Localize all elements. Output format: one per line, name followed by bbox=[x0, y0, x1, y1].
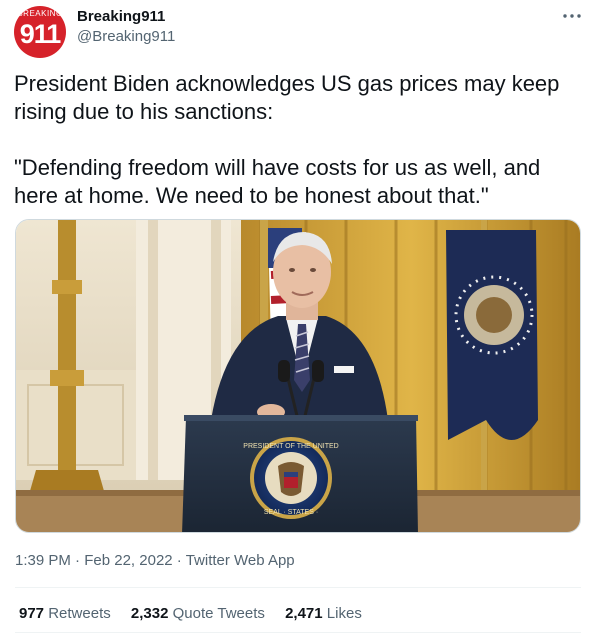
tweet-source[interactable]: Twitter Web App bbox=[186, 552, 295, 569]
avatar-logo-text: 911 bbox=[19, 19, 62, 49]
avatar-ring-text: BREAKING bbox=[17, 9, 63, 18]
quote-tweets-stat[interactable]: 2,332 Quote Tweets bbox=[131, 605, 265, 622]
meta-separator-1: · bbox=[75, 552, 81, 569]
divider-bottom bbox=[15, 632, 581, 633]
avatar[interactable]: BREAKING 911 bbox=[14, 6, 66, 58]
retweets-stat[interactable]: 977 Retweets bbox=[19, 605, 111, 622]
press-conference-photo: PRESIDENT OF THE UNITED SEAL · STATES · bbox=[16, 220, 580, 532]
seal-text-bottom: SEAL · STATES · bbox=[264, 509, 318, 516]
quote-tweets-count: 2,332 bbox=[130, 605, 169, 622]
tweet-stats: 977 Retweets 2,332 Quote Tweets 2,471 Li… bbox=[19, 605, 378, 622]
likes-stat[interactable]: 2,471 Likes bbox=[285, 605, 362, 622]
divider-top bbox=[15, 587, 581, 588]
tweet-media-image[interactable]: PRESIDENT OF THE UNITED SEAL · STATES · bbox=[15, 219, 581, 533]
tweet-date[interactable]: Feb 22, 2022 bbox=[84, 552, 172, 569]
meta-separator-2: · bbox=[176, 552, 182, 569]
tweet-meta: 1:39 PM · Feb 22, 2022 · Twitter Web App bbox=[15, 552, 295, 569]
tweet-text: President Biden acknowledges US gas pric… bbox=[14, 71, 560, 208]
seal-text-top: PRESIDENT OF THE UNITED bbox=[243, 443, 338, 450]
tweet-time[interactable]: 1:39 PM bbox=[15, 552, 71, 569]
more-horizontal-icon[interactable] bbox=[560, 6, 584, 26]
author-display-name[interactable]: Breaking911 bbox=[77, 8, 165, 25]
retweets-label: Retweets bbox=[48, 605, 111, 622]
likes-count: 2,471 bbox=[285, 605, 323, 622]
tweet-card: BREAKING 911 Breaking911 @Breaking911 Pr… bbox=[0, 0, 596, 639]
quote-tweets-label: Quote Tweets bbox=[172, 605, 265, 622]
author-handle[interactable]: @Breaking911 bbox=[77, 28, 175, 45]
likes-label: Likes bbox=[326, 605, 362, 622]
retweets-count: 977 bbox=[19, 605, 45, 622]
